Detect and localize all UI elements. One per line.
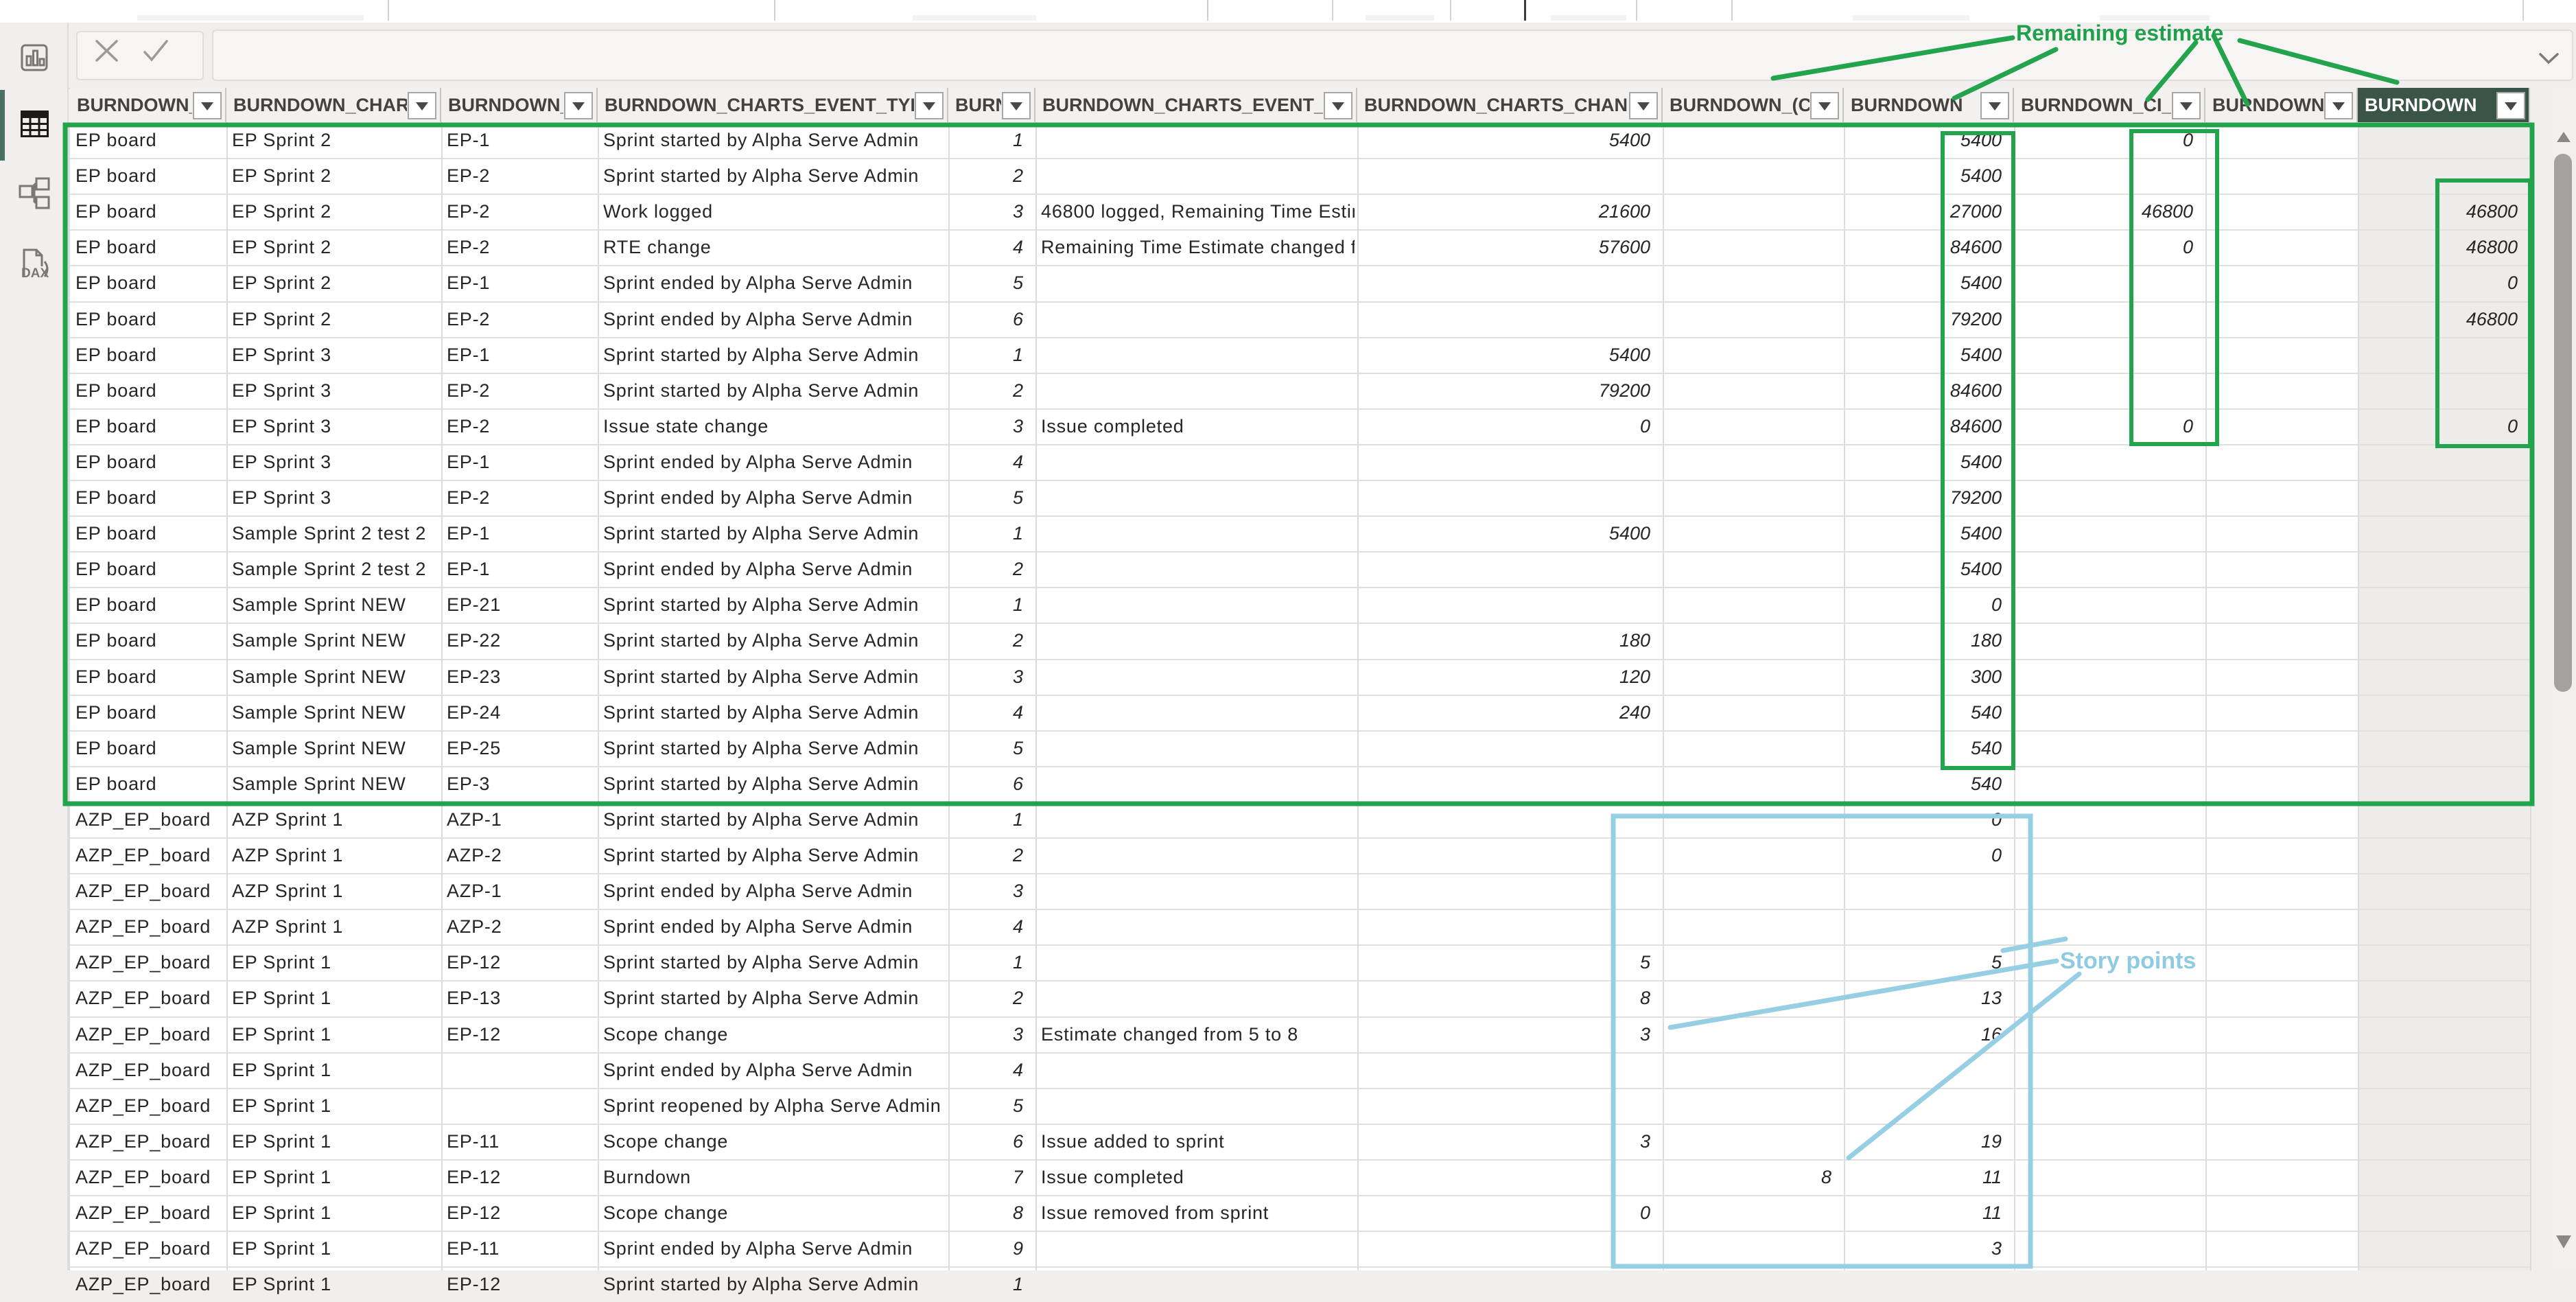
svg-text:Remaining estimate: Remaining estimate xyxy=(2016,21,2223,45)
svg-text:DAX: DAX xyxy=(21,266,49,281)
svg-text:Story points: Story points xyxy=(2060,948,2196,974)
